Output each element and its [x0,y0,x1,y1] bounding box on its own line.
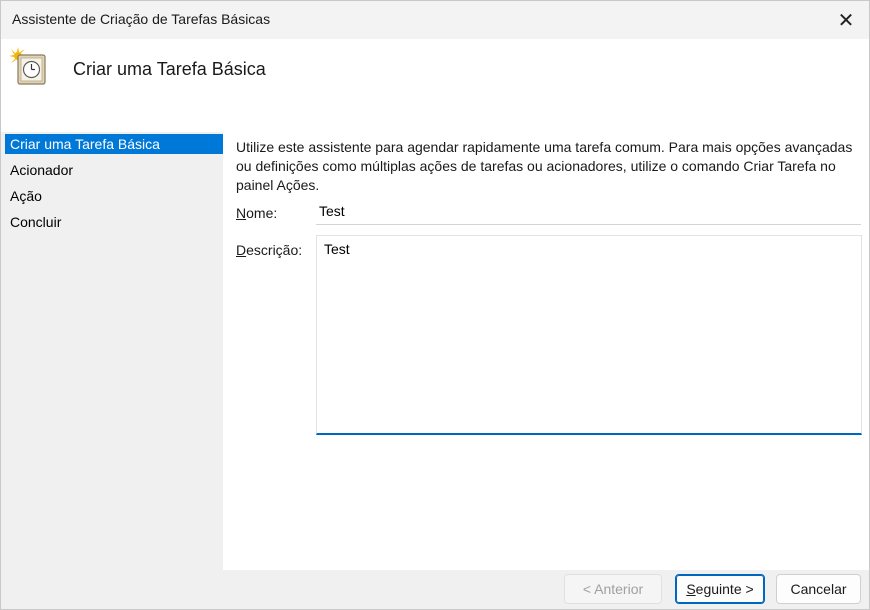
wizard-window: Assistente de Criação de Tarefas Básicas… [0,0,870,610]
nav-item-acionador[interactable]: Acionador [5,160,223,180]
nav-item-acao[interactable]: Ação [5,186,223,206]
cancel-button[interactable]: Cancelar [776,574,861,604]
desc-label-accesskey: D [236,242,247,258]
name-field[interactable] [316,198,861,225]
window-title: Assistente de Criação de Tarefas Básicas [12,11,271,27]
nav-item-concluir[interactable]: Concluir [5,212,223,232]
next-button[interactable]: Seguinte > [675,574,765,604]
wizard-steps-nav: Criar uma Tarefa Básica Acionador Ação C… [5,134,223,238]
nav-item-criar-tarefa[interactable]: Criar uma Tarefa Básica [5,134,223,154]
next-button-accesskey: S [686,581,696,597]
name-label-post: ome: [246,205,278,221]
description-field[interactable]: Test [316,235,862,435]
desc-label-post: escrição: [246,242,303,258]
wizard-header: Criar uma Tarefa Básica [1,39,869,132]
task-clock-icon [9,47,49,87]
back-button[interactable]: < Anterior [564,574,662,604]
name-label-accesskey: N [236,205,247,221]
title-bar: Assistente de Criação de Tarefas Básicas… [1,1,869,39]
close-icon[interactable]: ✕ [823,1,869,39]
next-button-label: eguinte > [695,581,754,597]
description-label: Descrição: [236,242,302,258]
intro-text: Utilize este assistente para agendar rap… [236,139,853,193]
name-label: Nome: [236,205,277,221]
wizard-content: Utilize este assistente para agendar rap… [223,132,869,570]
header-title: Criar uma Tarefa Básica [73,59,266,79]
